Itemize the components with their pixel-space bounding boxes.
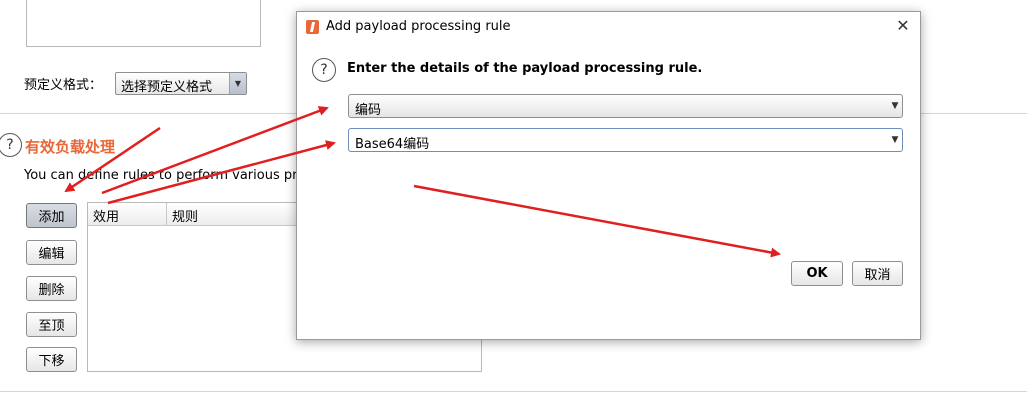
help-circle-icon[interactable]: ? <box>0 133 22 157</box>
column-separator <box>166 203 167 225</box>
ok-button[interactable]: OK <box>791 261 843 286</box>
section-description: You can define rules to perform various … <box>24 168 306 183</box>
move-up-button[interactable]: 至顶 <box>26 312 77 337</box>
close-icon[interactable]: ✕ <box>894 16 912 35</box>
edit-rule-button[interactable]: 编辑 <box>26 240 77 265</box>
column-header-rule[interactable]: 规则 <box>172 206 198 225</box>
remove-rule-button[interactable]: 删除 <box>26 276 77 301</box>
predefined-format-select-value: 选择预定义格式 <box>121 80 213 95</box>
cancel-button[interactable]: 取消 <box>852 261 903 286</box>
chevron-down-icon: ▼ <box>229 73 246 94</box>
help-circle-icon[interactable]: ? <box>312 58 336 82</box>
add-payload-processing-rule-dialog: Add payload processing rule ✕ ? Enter th… <box>296 11 921 340</box>
chevron-down-icon: ▼ <box>891 101 899 111</box>
chevron-down-icon: ▼ <box>891 135 899 145</box>
dialog-title-bar[interactable]: Add payload processing rule ✕ <box>297 12 920 42</box>
rule-option-select[interactable]: Base64编码 ▼ <box>348 128 903 152</box>
predefined-format-select[interactable]: 选择预定义格式 ▼ <box>115 72 247 95</box>
payload-list-textarea[interactable] <box>26 0 261 47</box>
add-rule-button[interactable]: 添加 <box>26 203 77 228</box>
move-down-button[interactable]: 下移 <box>26 347 77 372</box>
burp-app-icon <box>306 20 319 34</box>
column-header-enabled[interactable]: 效用 <box>93 206 119 225</box>
predefined-format-label: 预定义格式： <box>24 78 103 93</box>
dialog-title: Add payload processing rule <box>326 19 511 34</box>
section-title-payload-processing: 有效负载处理 <box>25 138 116 156</box>
rule-option-select-value: Base64编码 <box>355 137 430 152</box>
rule-type-select-value: 编码 <box>355 103 382 118</box>
rule-type-select[interactable]: 编码 ▼ <box>348 94 903 118</box>
bottom-divider <box>0 391 1027 392</box>
dialog-prompt: Enter the details of the payload process… <box>347 61 703 76</box>
